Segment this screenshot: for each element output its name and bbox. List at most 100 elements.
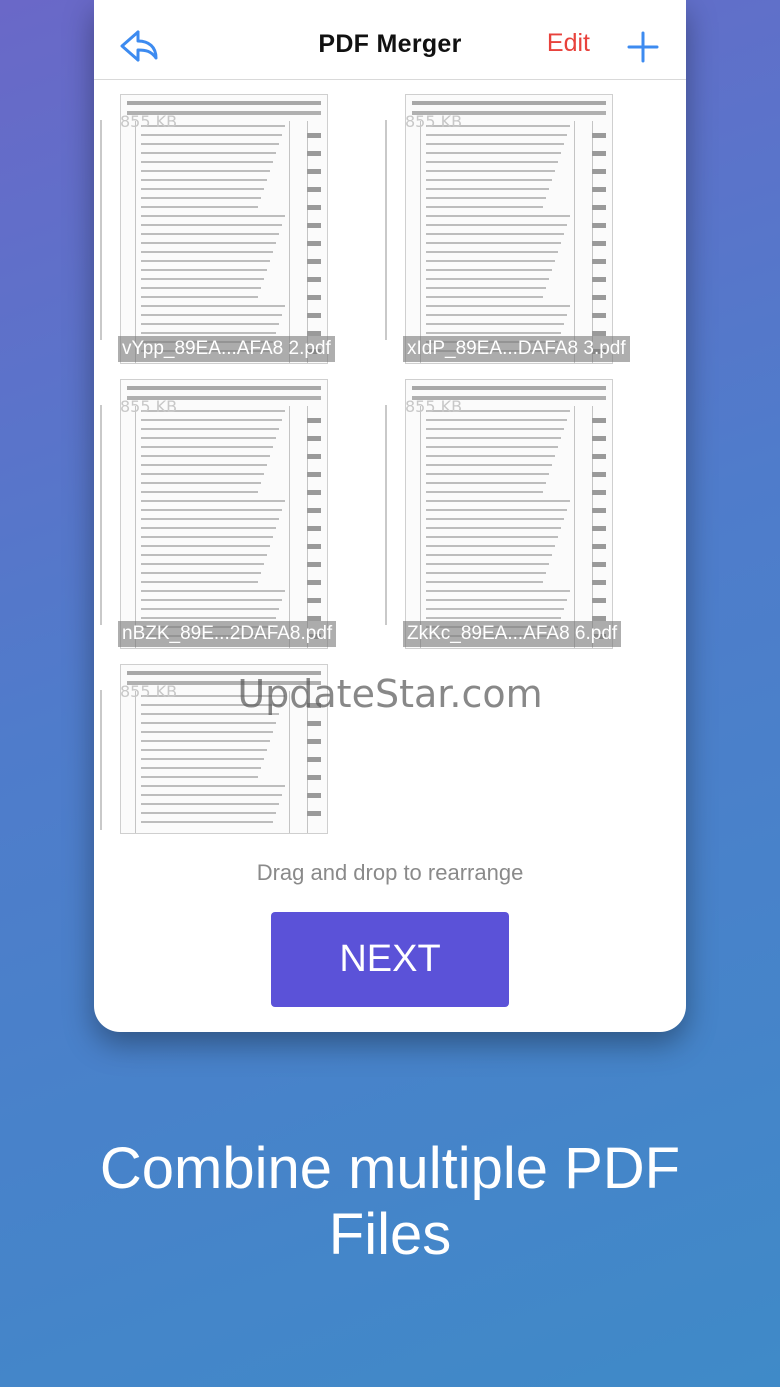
doc-answer-mark: [307, 418, 321, 423]
app-screen: PDF Merger Edit 855 KB vYpp_89EA...AFA8 …: [94, 0, 686, 1032]
doc-answer-mark: [307, 277, 321, 282]
doc-text-line: [426, 446, 558, 448]
doc-column-rule: [135, 406, 136, 648]
pdf-tile[interactable]: 855 KB vYpp_89EA...AFA8 2.pdf: [94, 80, 364, 365]
file-size: 855 KB: [405, 112, 463, 131]
doc-text-line: [426, 437, 561, 439]
doc-answer-mark: [592, 187, 606, 192]
doc-column-rule: [289, 121, 290, 363]
doc-text-line: [141, 473, 264, 475]
next-button[interactable]: NEXT: [271, 912, 509, 1007]
doc-text-line: [141, 572, 261, 574]
doc-text-line: [141, 500, 285, 502]
doc-text-line: [141, 608, 279, 610]
doc-text-line: [141, 197, 261, 199]
doc-answer-mark: [592, 313, 606, 318]
doc-text-line: [141, 206, 258, 208]
doc-text-line: [426, 179, 552, 181]
doc-text-line: [426, 251, 558, 253]
doc-text-line: [141, 278, 264, 280]
doc-text-line: [426, 152, 561, 154]
doc-answer-mark: [307, 133, 321, 138]
doc-text-line: [426, 233, 564, 235]
page-edge: [100, 120, 102, 340]
doc-text-line: [426, 323, 564, 325]
doc-answer-mark: [592, 544, 606, 549]
doc-answer-mark: [307, 490, 321, 495]
doc-answer-mark: [592, 526, 606, 531]
doc-text-line: [141, 563, 264, 565]
doc-text-line: [141, 161, 273, 163]
doc-answer-mark: [307, 259, 321, 264]
doc-text-line: [141, 554, 267, 556]
pdf-tile[interactable]: 855 KB ZkKc_89EA...AFA8 6.pdf: [379, 365, 649, 650]
doc-text-line: [426, 242, 561, 244]
doc-answer-mark: [307, 793, 321, 798]
doc-text-line: [426, 143, 564, 145]
doc-answer-mark: [307, 580, 321, 585]
doc-answer-mark: [307, 811, 321, 816]
doc-text-line: [141, 812, 276, 814]
file-size: 855 KB: [120, 112, 178, 131]
doc-answer-mark: [307, 775, 321, 780]
add-file-icon[interactable]: [626, 30, 660, 64]
doc-text-line: [141, 215, 285, 217]
doc-text-line: [426, 581, 543, 583]
file-grid: 855 KB vYpp_89EA...AFA8 2.pdf 855 KB xId…: [94, 80, 686, 840]
doc-text-line: [426, 563, 549, 565]
file-name: vYpp_89EA...AFA8 2.pdf: [118, 336, 335, 362]
doc-text-line: [426, 554, 552, 556]
pdf-tile[interactable]: 855 KB nBZK_89E...2DAFA8.pdf: [94, 365, 364, 650]
doc-answer-mark: [307, 454, 321, 459]
doc-answer-mark: [307, 169, 321, 174]
doc-text-line: [141, 305, 285, 307]
doc-text-line: [426, 170, 555, 172]
file-name: ZkKc_89EA...AFA8 6.pdf: [403, 621, 622, 647]
doc-text-line: [426, 608, 564, 610]
doc-text-line: [141, 269, 267, 271]
doc-answer-mark: [592, 151, 606, 156]
doc-text-line: [141, 776, 258, 778]
rearrange-hint: Drag and drop to rearrange: [256, 860, 524, 885]
doc-text-line: [426, 509, 567, 511]
doc-column-rule: [289, 406, 290, 648]
doc-column-rule: [574, 406, 575, 648]
doc-text-line: [426, 188, 549, 190]
doc-text-line: [141, 437, 276, 439]
edit-button[interactable]: Edit: [547, 29, 590, 58]
doc-text-line: [426, 572, 546, 574]
doc-text-line: [426, 215, 570, 217]
page-edge: [385, 120, 387, 340]
doc-text-line: [426, 260, 555, 262]
doc-text-line: [426, 518, 564, 520]
doc-text-line: [141, 446, 273, 448]
doc-answer-mark: [592, 472, 606, 477]
file-size: 855 KB: [120, 397, 178, 416]
doc-text-line: [141, 482, 261, 484]
doc-text-line: [426, 428, 564, 430]
doc-answer-mark: [592, 277, 606, 282]
doc-text-line: [426, 287, 546, 289]
doc-answer-mark: [307, 187, 321, 192]
doc-text-line: [141, 767, 261, 769]
page-title: PDF Merger: [318, 30, 462, 58]
doc-text-line: [426, 473, 549, 475]
doc-text-line: [426, 161, 558, 163]
doc-answer-mark: [592, 562, 606, 567]
doc-text-line: [141, 242, 276, 244]
doc-text-line: [141, 464, 267, 466]
doc-text-line: [141, 794, 282, 796]
doc-text-line: [141, 518, 279, 520]
doc-answer-mark: [592, 169, 606, 174]
doc-text-line: [141, 233, 279, 235]
doc-text-line: [141, 314, 282, 316]
doc-text-line: [426, 536, 558, 538]
doc-text-line: [426, 464, 552, 466]
doc-answer-mark: [307, 295, 321, 300]
doc-column-rule: [135, 121, 136, 363]
doc-answer-mark: [307, 721, 321, 726]
doc-text-line: [426, 332, 561, 334]
doc-text-line: [426, 500, 570, 502]
pdf-tile[interactable]: 855 KB xIdP_89EA...DAFA8 3.pdf: [379, 80, 649, 365]
doc-answer-mark: [307, 739, 321, 744]
